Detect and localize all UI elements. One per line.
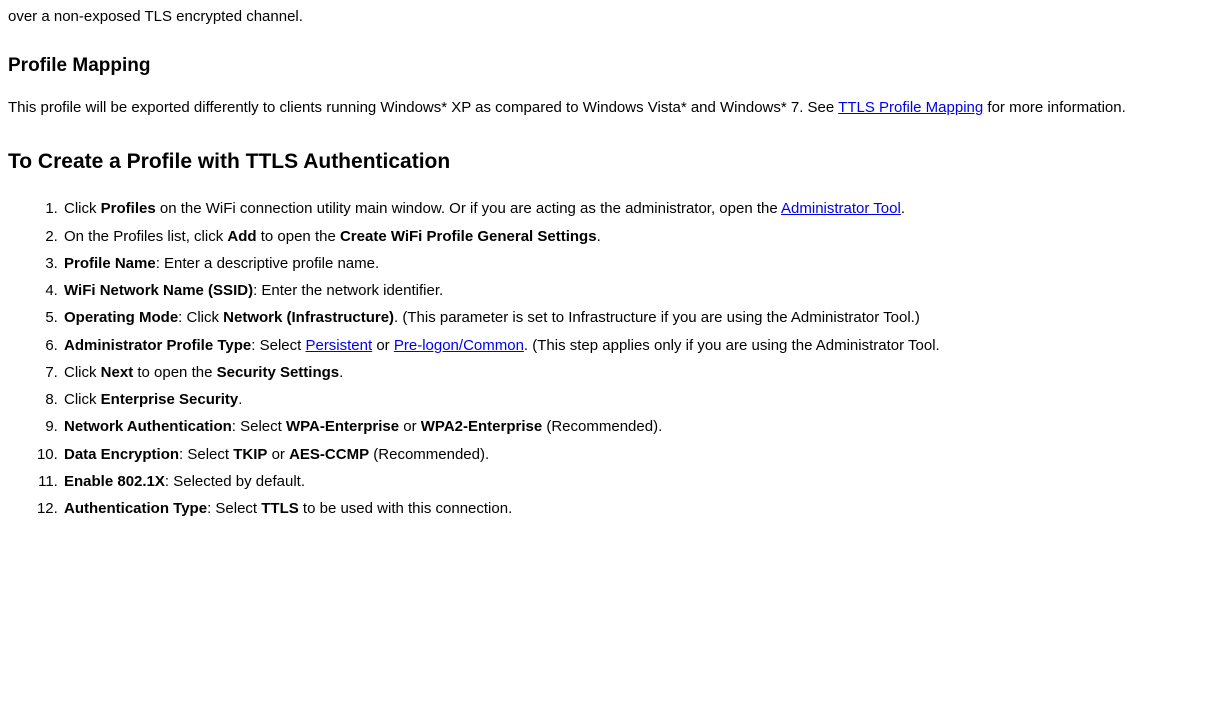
text: to be used with this connection. <box>299 500 512 517</box>
text: : Select <box>251 337 305 354</box>
text: Click <box>64 391 101 408</box>
text: to open the <box>133 364 216 381</box>
text: Click <box>64 364 101 381</box>
text: (Recommended). <box>369 446 489 463</box>
link-ttls-profile-mapping[interactable]: TTLS Profile Mapping <box>838 99 983 116</box>
text: : Select <box>207 500 261 517</box>
text-bold: Network (Infrastructure) <box>223 309 394 326</box>
text: Click <box>64 200 101 217</box>
link-pre-logon-common[interactable]: Pre-logon/Common <box>394 337 524 354</box>
text: : Select <box>179 446 233 463</box>
text-bold: WPA-Enterprise <box>286 418 399 435</box>
text-bold: Enterprise Security <box>101 391 239 408</box>
para-text: for more information. <box>983 99 1126 116</box>
text-bold: Next <box>101 364 134 381</box>
text: : Select <box>232 418 286 435</box>
text-bold: Administrator Profile Type <box>64 337 251 354</box>
text-bold: Authentication Type <box>64 500 207 517</box>
text: : Enter the network identifier. <box>253 282 443 299</box>
heading-profile-mapping: Profile Mapping <box>8 52 1216 80</box>
text: to open the <box>257 228 340 245</box>
list-item: Administrator Profile Type: Select Persi… <box>62 334 1216 357</box>
text-bold: AES-CCMP <box>289 446 369 463</box>
list-item: Authentication Type: Select TTLS to be u… <box>62 497 1216 520</box>
list-item: Enable 802.1X: Selected by default. <box>62 470 1216 493</box>
list-item: Data Encryption: Select TKIP or AES-CCMP… <box>62 443 1216 466</box>
list-item: Operating Mode: Click Network (Infrastru… <box>62 306 1216 329</box>
text: or <box>267 446 289 463</box>
text-bold: Enable 802.1X <box>64 473 165 490</box>
text: . <box>238 391 242 408</box>
text: : Click <box>178 309 223 326</box>
text: : Enter a descriptive profile name. <box>156 255 379 272</box>
text-bold: Operating Mode <box>64 309 178 326</box>
list-item: Network Authentication: Select WPA-Enter… <box>62 415 1216 438</box>
text-bold: Data Encryption <box>64 446 179 463</box>
list-item: Click Profiles on the WiFi connection ut… <box>62 197 1216 220</box>
text: . <box>901 200 905 217</box>
text: on the WiFi connection utility main wind… <box>156 200 781 217</box>
text: On the Profiles list, click <box>64 228 227 245</box>
text-bold: Security Settings <box>217 364 340 381</box>
text: . (This step applies only if you are usi… <box>524 337 940 354</box>
text-bold: Profiles <box>101 200 156 217</box>
text-bold: Network Authentication <box>64 418 232 435</box>
text-bold: Add <box>227 228 256 245</box>
link-administrator-tool[interactable]: Administrator Tool <box>781 200 901 217</box>
text: or <box>372 337 394 354</box>
list-item: Click Enterprise Security. <box>62 388 1216 411</box>
text: or <box>399 418 421 435</box>
text: (Recommended). <box>542 418 662 435</box>
text: . (This parameter is set to Infrastructu… <box>394 309 920 326</box>
text-bold: WPA2-Enterprise <box>421 418 542 435</box>
text: . <box>597 228 601 245</box>
list-item: WiFi Network Name (SSID): Enter the netw… <box>62 279 1216 302</box>
steps-list: Click Profiles on the WiFi connection ut… <box>8 197 1216 520</box>
text-bold: TKIP <box>233 446 267 463</box>
text: : Selected by default. <box>165 473 305 490</box>
list-item: Profile Name: Enter a descriptive profil… <box>62 252 1216 275</box>
heading-create-profile-ttls: To Create a Profile with TTLS Authentica… <box>8 147 1216 177</box>
text-bold: TTLS <box>261 500 299 517</box>
text-bold: Create WiFi Profile General Settings <box>340 228 597 245</box>
list-item: Click Next to open the Security Settings… <box>62 361 1216 384</box>
lead-fragment: over a non-exposed TLS encrypted channel… <box>8 6 1216 28</box>
para-text: This profile will be exported differentl… <box>8 99 838 116</box>
text: . <box>339 364 343 381</box>
text-bold: Profile Name <box>64 255 156 272</box>
profile-mapping-paragraph: This profile will be exported differentl… <box>8 97 1216 119</box>
text-bold: WiFi Network Name (SSID) <box>64 282 253 299</box>
list-item: On the Profiles list, click Add to open … <box>62 225 1216 248</box>
link-persistent[interactable]: Persistent <box>305 337 372 354</box>
